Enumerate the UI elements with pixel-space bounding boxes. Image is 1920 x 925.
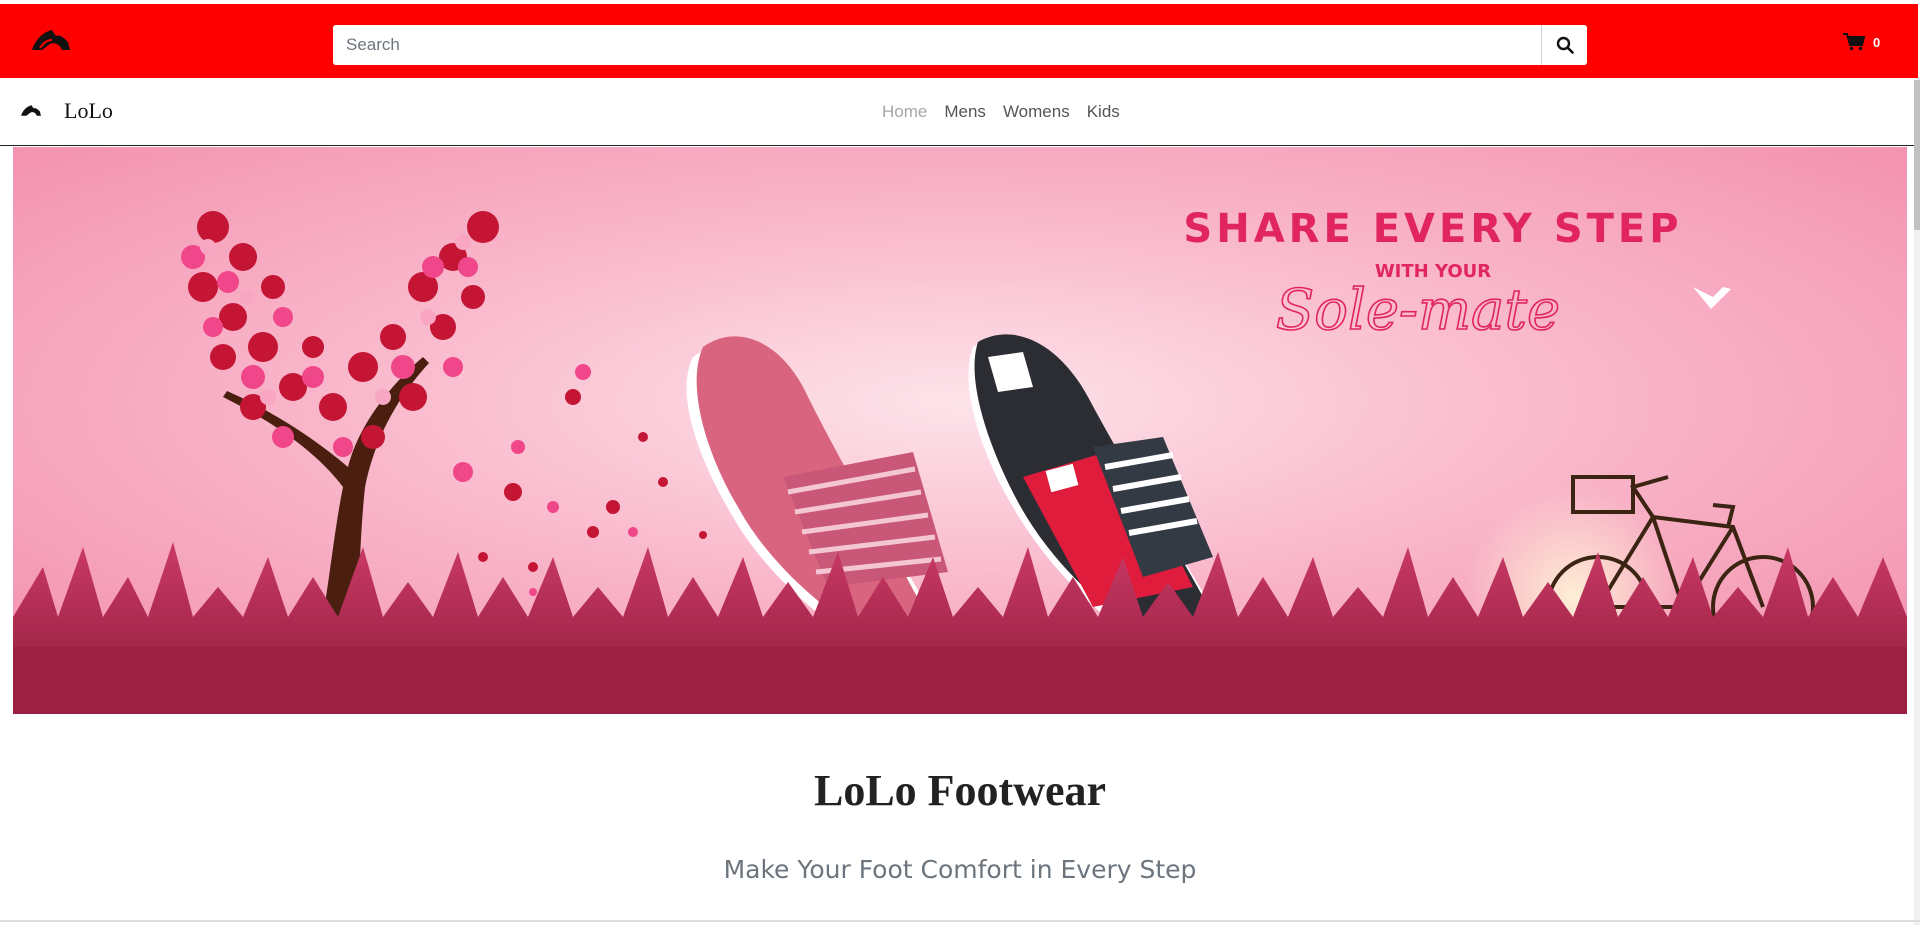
page-tagline: Make Your Foot Comfort in Every Step bbox=[723, 855, 1197, 884]
hero-headline: SHARE EVERY STEP bbox=[1183, 206, 1682, 252]
nav-link-womens[interactable]: Womens bbox=[1003, 102, 1070, 122]
search-button[interactable] bbox=[1541, 25, 1587, 65]
top-header-bar: 0 bbox=[0, 0, 1918, 78]
scrollbar-thumb[interactable] bbox=[1914, 80, 1920, 230]
page-title: LoLo Footwear bbox=[813, 766, 1107, 815]
shoe-logo-icon[interactable] bbox=[30, 26, 72, 56]
cart-button[interactable]: 0 bbox=[1843, 33, 1880, 51]
nav-links: Home Mens Womens Kids bbox=[882, 102, 1120, 122]
search-bar bbox=[333, 25, 1587, 65]
main-navbar: LoLo Home Mens Womens Kids bbox=[0, 78, 1916, 146]
brand-link[interactable]: LoLo bbox=[20, 98, 113, 124]
cart-count: 0 bbox=[1873, 34, 1881, 50]
shoe-logo-icon bbox=[21, 105, 41, 116]
brand-name: LoLo bbox=[64, 98, 113, 123]
hero-banner[interactable]: SHARE EVERY STEP WITH YOUR Sole-mate bbox=[13, 147, 1907, 714]
section-divider bbox=[0, 920, 1920, 922]
hero-illustration: SHARE EVERY STEP WITH YOUR Sole-mate bbox=[13, 147, 1907, 714]
search-icon bbox=[1556, 36, 1574, 54]
search-input[interactable] bbox=[333, 25, 1541, 65]
hero-script-line: Sole-mate bbox=[1276, 278, 1560, 343]
nav-link-mens[interactable]: Mens bbox=[944, 102, 986, 122]
nav-link-kids[interactable]: Kids bbox=[1087, 102, 1120, 122]
nav-link-home[interactable]: Home bbox=[882, 102, 927, 122]
cart-icon bbox=[1843, 33, 1865, 51]
